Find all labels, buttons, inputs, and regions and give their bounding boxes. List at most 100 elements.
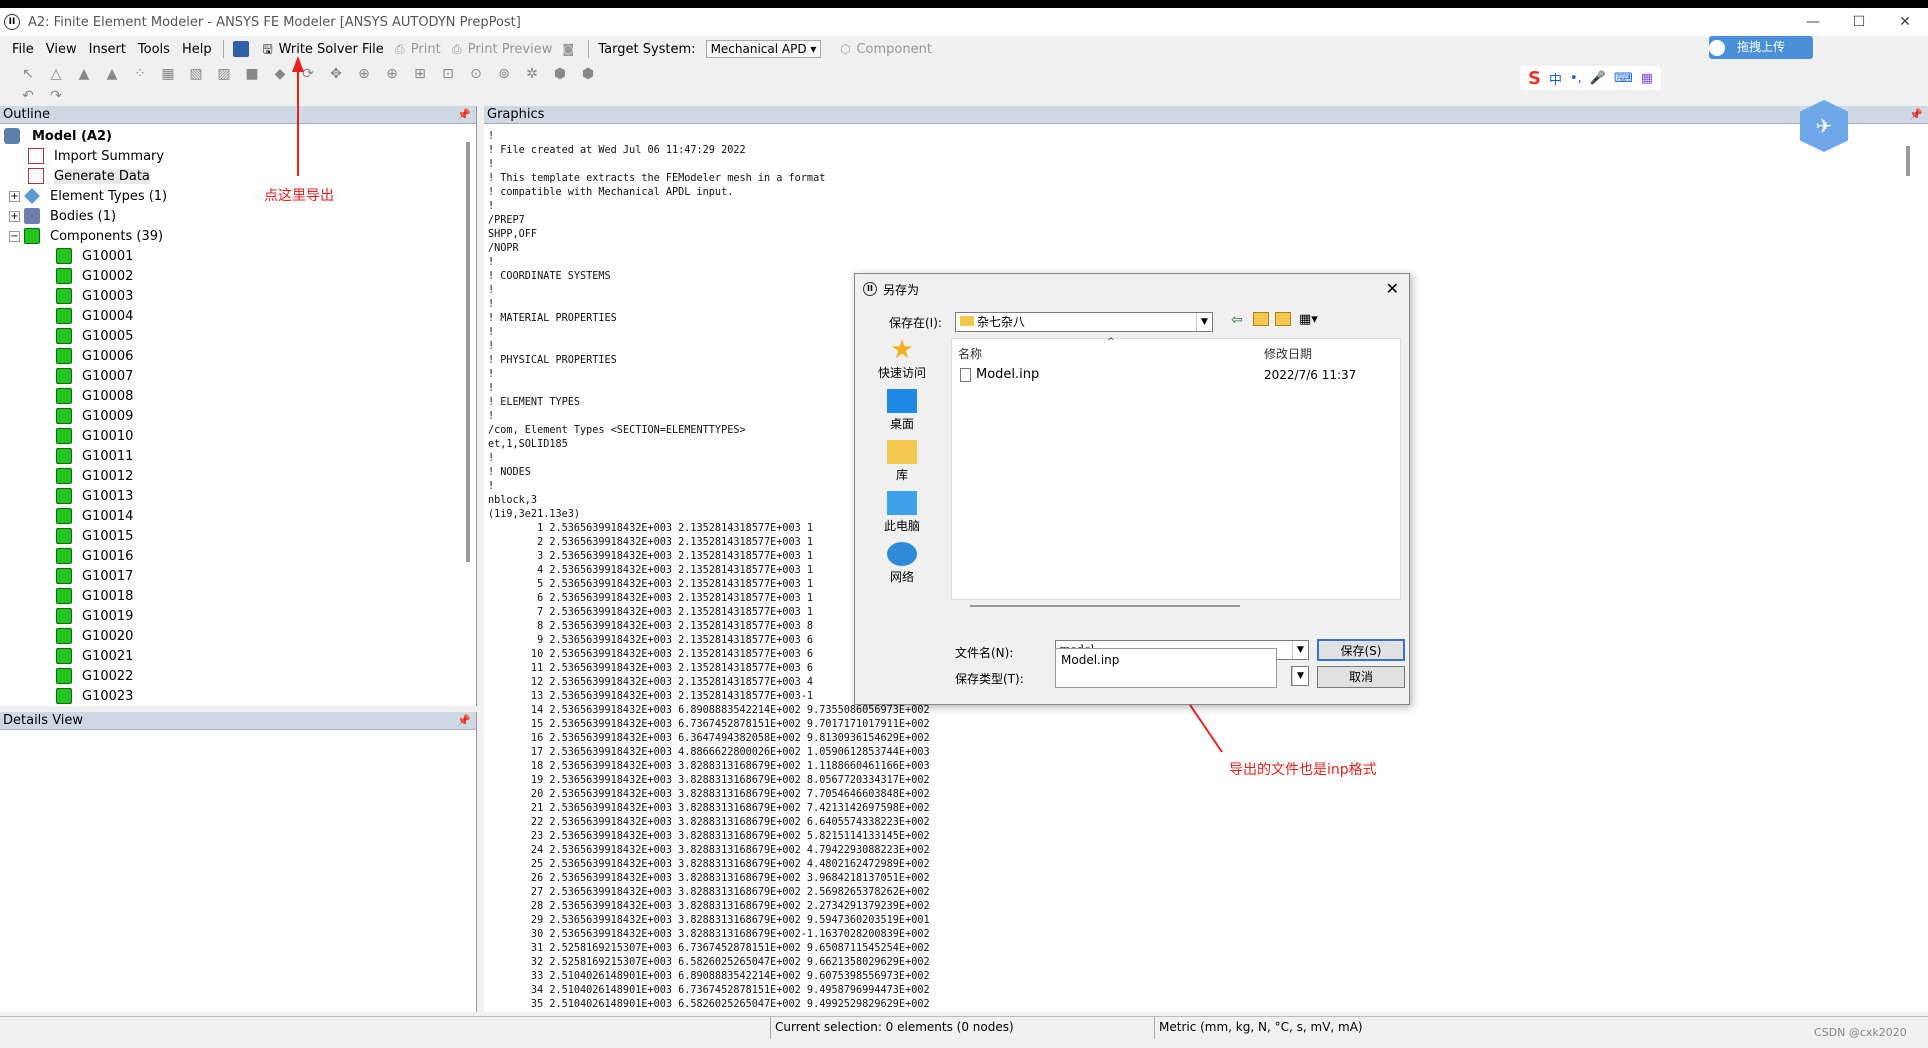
- fit-icon[interactable]: ⊡: [438, 64, 458, 84]
- tree-item-component[interactable]: G10015: [0, 526, 476, 546]
- element-icon[interactable]: ▦: [158, 64, 178, 84]
- autocomplete-option[interactable]: Model.inp: [1061, 653, 1119, 667]
- tree-item-component[interactable]: G10002: [0, 266, 476, 286]
- microphone-icon[interactable]: 🎤: [1590, 71, 1606, 86]
- print-preview-button[interactable]: ⎙ Print Preview: [445, 38, 557, 60]
- save-in-select[interactable]: 杂七杂八 ▼: [955, 312, 1213, 332]
- tree-item-generate-data[interactable]: Generate Data: [0, 166, 476, 186]
- rotate-icon[interactable]: ⟳: [298, 64, 318, 84]
- tree-item-component[interactable]: G10005: [0, 326, 476, 346]
- place-quick-access[interactable]: ★ 快速访问: [873, 337, 931, 381]
- tree-item-component[interactable]: G10019: [0, 606, 476, 626]
- magnify-icon[interactable]: ⊙: [466, 64, 486, 84]
- shade-icon[interactable]: ⬢: [578, 64, 598, 84]
- write-solver-file-button[interactable]: 🖫 Write Solver File: [256, 38, 388, 60]
- target-system-select[interactable]: Mechanical APD ▾: [705, 40, 822, 58]
- tree-item-component[interactable]: G10014: [0, 506, 476, 526]
- keyboard-icon[interactable]: ⌨: [1614, 71, 1633, 86]
- place-this-pc[interactable]: 此电脑: [873, 491, 931, 534]
- cancel-button[interactable]: 取消: [1317, 666, 1405, 688]
- pin-icon[interactable]: 📌: [457, 712, 471, 729]
- tree-item-component[interactable]: G10008: [0, 386, 476, 406]
- tree-item-component[interactable]: G10007: [0, 366, 476, 386]
- menu-insert[interactable]: Insert: [83, 42, 132, 57]
- tree-item-component[interactable]: G10003: [0, 286, 476, 306]
- zoom-box-icon[interactable]: ⊞: [410, 64, 430, 84]
- save-button[interactable]: 保存(S): [1317, 639, 1405, 661]
- back-icon[interactable]: ⇦: [1231, 312, 1243, 328]
- tree-item-component[interactable]: G10021: [0, 646, 476, 666]
- undo-icon[interactable]: ↶: [18, 86, 38, 106]
- tree-item-bodies[interactable]: + Bodies (1): [0, 206, 476, 226]
- menu-help[interactable]: Help: [176, 42, 218, 57]
- print-button[interactable]: ⎙ Print: [388, 38, 445, 60]
- vertex-icon[interactable]: △: [46, 64, 66, 84]
- tree-root[interactable]: Model (A2): [0, 126, 476, 146]
- edge-icon[interactable]: ▲: [74, 64, 94, 84]
- dialog-close-icon[interactable]: ✕: [1386, 279, 1399, 298]
- pin-icon[interactable]: 📌: [1909, 106, 1923, 123]
- tree-item-components[interactable]: − Components (39): [0, 226, 476, 246]
- view-menu-icon[interactable]: ▦▾: [1299, 312, 1318, 327]
- tree-item-component[interactable]: G10013: [0, 486, 476, 506]
- tree-item-component[interactable]: G10012: [0, 466, 476, 486]
- tree-item-component[interactable]: G10018: [0, 586, 476, 606]
- file-list-scrollbar[interactable]: [970, 605, 1240, 607]
- filetype-select[interactable]: ▼: [1291, 666, 1309, 686]
- triad-icon[interactable]: ✲: [522, 64, 542, 84]
- tree-item-import-summary[interactable]: Import Summary: [0, 146, 476, 166]
- pan-icon[interactable]: ✥: [326, 64, 346, 84]
- tree-item-component[interactable]: G10001: [0, 246, 476, 266]
- body-icon[interactable]: ■: [242, 64, 262, 84]
- apps-icon[interactable]: ▦: [1641, 71, 1653, 86]
- collapse-icon[interactable]: −: [9, 230, 20, 242]
- ime-chinese-mode[interactable]: 中: [1549, 69, 1562, 88]
- menu-file[interactable]: File: [6, 42, 40, 57]
- node-select-icon[interactable]: ⁘: [130, 64, 150, 84]
- tree-item-component[interactable]: G10017: [0, 566, 476, 586]
- place-library[interactable]: 库: [873, 440, 931, 483]
- zoom-in-icon[interactable]: ⊕: [382, 64, 402, 84]
- column-modified[interactable]: 修改日期: [1264, 345, 1312, 362]
- camera-button[interactable]: ◙: [556, 38, 583, 60]
- element-face-icon[interactable]: ▧: [186, 64, 206, 84]
- face-icon[interactable]: ▲: [102, 64, 122, 84]
- ime-punctuation[interactable]: •,: [1570, 71, 1582, 86]
- place-desktop[interactable]: 桌面: [873, 389, 931, 432]
- maximize-button[interactable]: ☐: [1836, 8, 1882, 36]
- tree-item-component[interactable]: G10004: [0, 306, 476, 326]
- menu-view[interactable]: View: [40, 42, 83, 57]
- element-edge-icon[interactable]: ▨: [214, 64, 234, 84]
- tree-item-component[interactable]: G10023: [0, 686, 476, 706]
- zoom-icon[interactable]: ⊕: [354, 64, 374, 84]
- tree-item-component[interactable]: G10010: [0, 426, 476, 446]
- tree-item-component[interactable]: G10006: [0, 346, 476, 366]
- new-folder-icon[interactable]: [1275, 312, 1291, 326]
- minimize-button[interactable]: —: [1790, 8, 1836, 36]
- tree-item-element-types[interactable]: + Element Types (1): [0, 186, 476, 206]
- tree-item-component[interactable]: G10020: [0, 626, 476, 646]
- menu-tools[interactable]: Tools: [132, 42, 176, 57]
- expand-icon[interactable]: +: [9, 210, 20, 222]
- tree-item-component[interactable]: G10022: [0, 666, 476, 686]
- place-network[interactable]: 网络: [873, 542, 931, 585]
- previous-view-icon[interactable]: ⊚: [494, 64, 514, 84]
- outline-scrollbar[interactable]: [466, 142, 470, 562]
- pin-icon[interactable]: 📌: [457, 106, 471, 123]
- expand-icon[interactable]: +: [9, 190, 20, 202]
- save-toolbar-button[interactable]: [229, 38, 256, 60]
- redo-icon[interactable]: ↷: [46, 86, 66, 106]
- tree-item-component[interactable]: G10009: [0, 406, 476, 426]
- up-folder-icon[interactable]: [1253, 312, 1269, 326]
- sogou-icon[interactable]: S: [1528, 68, 1541, 89]
- close-button[interactable]: ✕: [1882, 8, 1928, 36]
- component-button[interactable]: ⬡ Component: [833, 38, 935, 60]
- tree-item-component[interactable]: G10016: [0, 546, 476, 566]
- iso-view-icon[interactable]: ⬢: [550, 64, 570, 84]
- group-icon[interactable]: ◆: [270, 64, 290, 84]
- select-icon[interactable]: ↖: [18, 64, 38, 84]
- column-name[interactable]: 名称: [958, 345, 982, 362]
- tree-item-component[interactable]: G10011: [0, 446, 476, 466]
- file-row[interactable]: Model.inp: [960, 367, 1039, 382]
- graphics-scrollbar[interactable]: [1906, 146, 1910, 176]
